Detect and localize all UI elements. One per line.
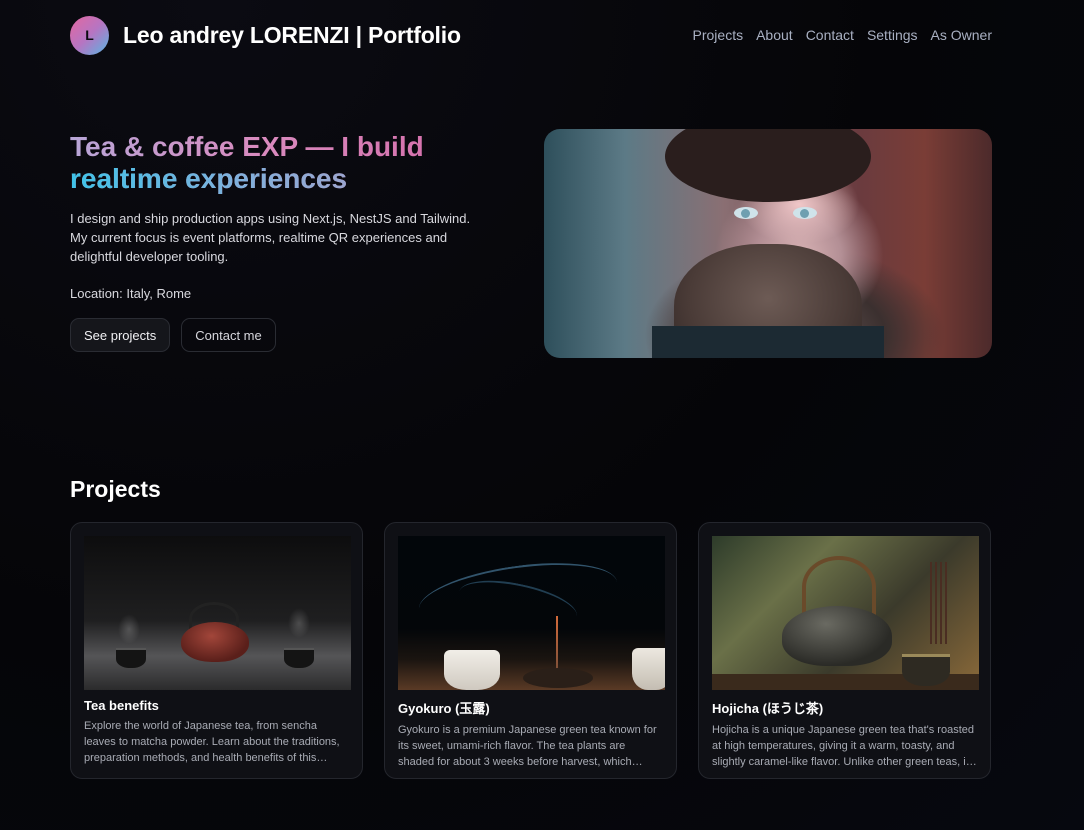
incense-dish [523,668,593,688]
steam-shape [288,608,310,638]
hero-title: Tea & coffee EXP — I build realtime expe… [70,131,490,195]
nav-as-owner[interactable]: As Owner [931,27,992,43]
project-card-description: Gyokuro is a premium Japanese green tea … [398,724,657,768]
project-card-title: Tea benefits [84,698,159,713]
portrait-shirt [651,325,885,358]
nav-settings[interactable]: Settings [867,27,918,43]
cup-shape [116,648,146,668]
portfolio-page: L Leo andrey LORENZI | Portfolio Project… [0,0,1084,830]
nav-about[interactable]: About [756,27,793,43]
project-card-tea-benefits[interactable]: Tea benefits Explore the world of Japane… [70,522,363,779]
kettle-shape [782,606,892,666]
hero-title-line1: Tea & coffee EXP — I build [70,131,424,162]
cup-shape [444,650,500,690]
project-image-incense [398,536,665,690]
hero-section: Tea & coffee EXP — I build realtime expe… [70,131,490,352]
hero-description: I design and ship production apps using … [70,211,471,264]
nav-projects[interactable]: Projects [693,27,744,43]
portrait-hair [664,129,872,203]
project-card-gyokuro[interactable]: Gyokuro (玉露) Gyokuro is a premium Japane… [384,522,677,779]
see-projects-button[interactable]: See projects [70,318,171,352]
avatar-initial: L [85,27,94,43]
projects-grid: Tea benefits Explore the world of Japane… [70,522,991,779]
hero-portrait-image [544,129,992,358]
site-header: L Leo andrey LORENZI | Portfolio Project… [70,15,992,55]
project-card-description: Explore the world of Japanese tea, from … [84,720,340,764]
avatar: L [70,15,109,55]
main-nav: Projects About Contact Settings As Owner [693,27,992,43]
teapot-shape [181,622,249,662]
project-card-description: Hojicha is a unique Japanese green tea t… [712,724,977,768]
cup-shape [284,648,314,668]
projects-heading: Projects [70,476,161,502]
hero-title-line2: realtime experiences [70,163,348,194]
steam-shape [118,614,140,644]
hero-location: Location: Italy, Rome [70,286,192,301]
hero-actions: See projects Contact me [70,318,490,352]
portrait-eye-left [734,206,759,219]
cup-shape [632,648,665,690]
contact-me-button[interactable]: Contact me [181,318,276,352]
cup-shape [902,654,950,686]
project-card-title: Gyokuro (玉露) [398,701,490,716]
project-card-title: Hojicha (ほうじ茶) [712,701,824,716]
nav-contact[interactable]: Contact [806,27,854,43]
incense-sticks [930,562,948,644]
project-image-teapot [84,536,351,690]
brand-title: Leo andrey LORENZI | Portfolio [123,21,461,48]
project-card-hojicha[interactable]: Hojicha (ほうじ茶) Hojicha is a unique Japan… [698,522,991,779]
project-image-kettle [712,536,979,690]
brand[interactable]: L Leo andrey LORENZI | Portfolio [70,15,461,55]
portrait-eye-right [792,206,817,219]
